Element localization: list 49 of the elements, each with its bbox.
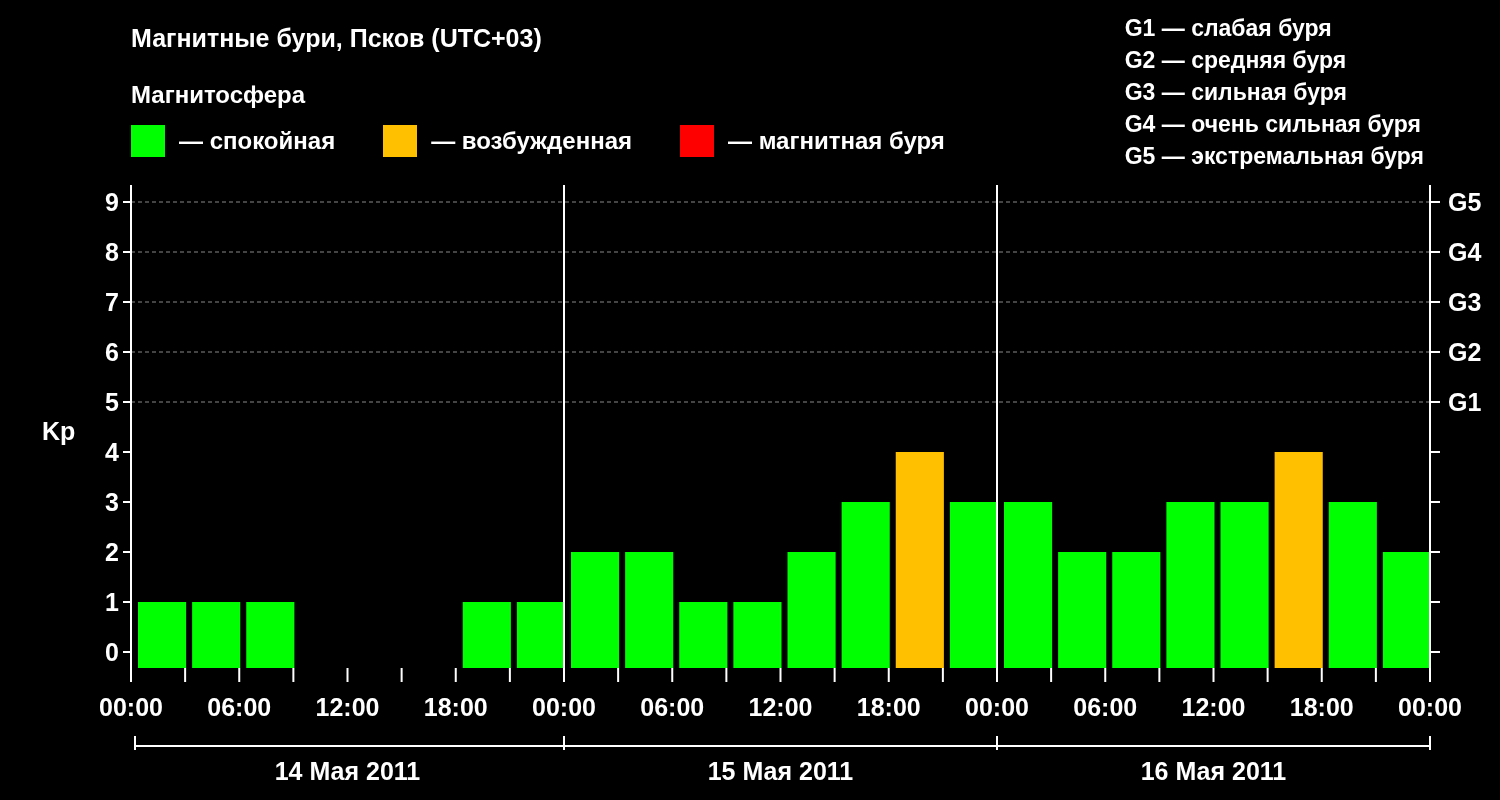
bar: [192, 602, 241, 668]
legend-label: — возбужденная: [431, 127, 632, 155]
bar: [733, 602, 782, 668]
y-axis-label: 2: [105, 538, 119, 566]
storm-level-label: G3: [1448, 288, 1482, 316]
y-axis-label: 3: [105, 488, 119, 516]
y-axis-label: 5: [105, 388, 119, 416]
y-axis-label: 0: [105, 638, 119, 666]
storm-scale-label: G4 — очень сильная буря: [1124, 110, 1422, 139]
date-label: 15 Мая 2011: [707, 757, 854, 785]
bar: [246, 602, 295, 668]
x-axis-label: 00:00: [965, 693, 1029, 721]
x-axis-label: 00:00: [1398, 693, 1462, 721]
storm-scale-label: G5 — экстремальная буря: [1124, 142, 1424, 171]
x-axis-label: 18:00: [1289, 693, 1354, 721]
bar: [516, 602, 565, 668]
x-axis-label: 18:00: [856, 693, 921, 721]
x-axis-label: 12:00: [315, 693, 380, 721]
storm-scale-label: G3 — сильная буря: [1124, 78, 1348, 107]
y-axis-label: 8: [105, 238, 119, 266]
storm-scale-label: G2 — средняя буря: [1124, 46, 1348, 75]
y-axis-label: 1: [105, 588, 119, 616]
legend-label: — магнитная буря: [728, 127, 945, 155]
legend-label: — спокойная: [179, 127, 336, 155]
storm-level-label: G1: [1448, 388, 1482, 416]
storm-level-label: G2: [1448, 338, 1482, 366]
y-axis-label: 7: [105, 288, 119, 316]
bar: [462, 602, 511, 668]
x-axis-label: 12:00: [1181, 693, 1246, 721]
x-axis-label: 06:00: [1073, 693, 1138, 721]
x-axis-label: 06:00: [640, 693, 705, 721]
x-axis-label: 12:00: [748, 693, 813, 721]
y-axis-label: 9: [105, 188, 119, 216]
storm-level-label: G5: [1448, 188, 1482, 216]
bar: [679, 602, 728, 668]
date-label: 16 Мая 2011: [1140, 757, 1287, 785]
y-axis-label: 4: [105, 438, 119, 466]
x-axis-label: 18:00: [423, 693, 488, 721]
x-axis-label: 00:00: [99, 693, 163, 721]
storm-scale-label: G1 — слабая буря: [1124, 14, 1333, 43]
date-label: 14 Мая 2011: [274, 757, 421, 785]
bar: [138, 602, 187, 668]
x-axis-label: 00:00: [532, 693, 596, 721]
x-axis-label: 06:00: [207, 693, 272, 721]
y-axis-label: 6: [105, 338, 119, 366]
chart-title: Магнитные бури, Псков (UTC+03): [131, 24, 543, 53]
legend-title: Магнитосфера: [131, 81, 307, 109]
y-axis-title: Kp: [42, 417, 76, 445]
storm-level-label: G4: [1448, 238, 1482, 266]
